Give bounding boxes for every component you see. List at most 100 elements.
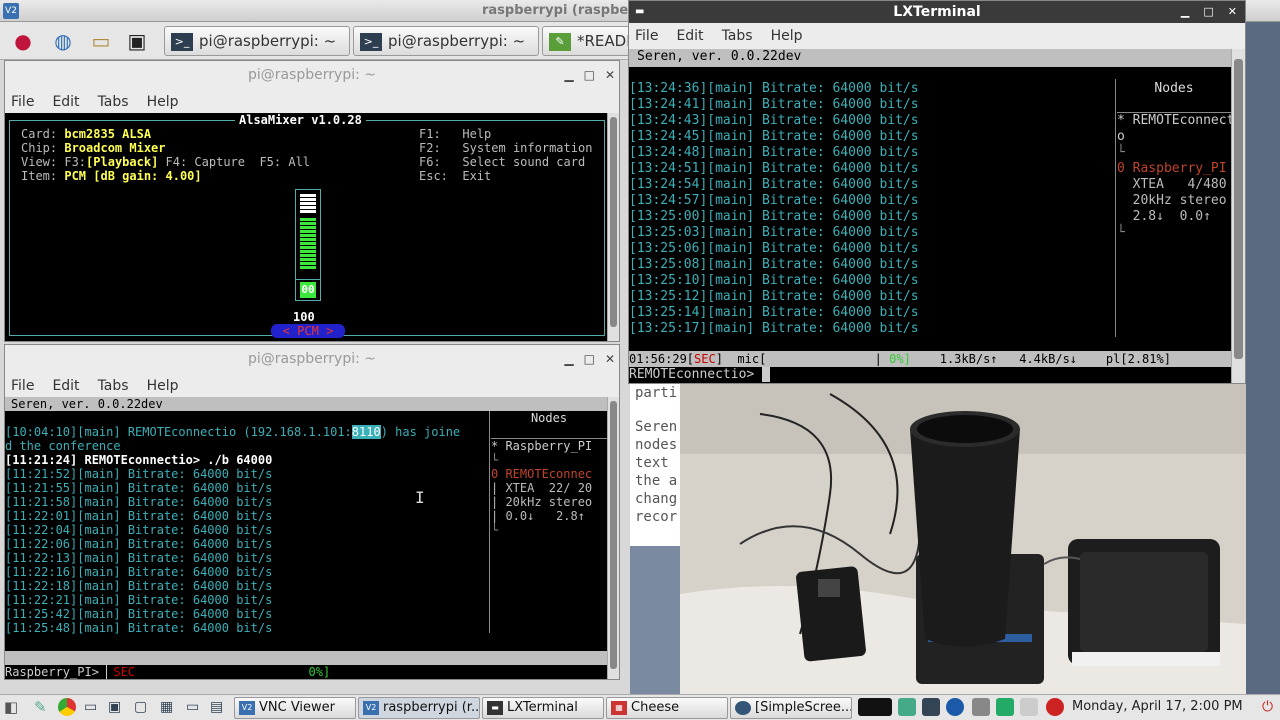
- desktop-background: [1246, 22, 1280, 694]
- hp-icon[interactable]: [946, 698, 964, 716]
- lxterminal-terminal[interactable]: Seren, ver. 0.0.22dev [13:24:36][main] B…: [629, 49, 1231, 383]
- menu-file[interactable]: File: [11, 94, 34, 110]
- card-value: bcm2835 ALSA: [64, 127, 152, 141]
- nodes-panel: Nodes * REMOTEconnect o └ 0 Raspberry_PI…: [1117, 81, 1231, 240]
- tray-icon[interactable]: [996, 698, 1014, 716]
- log-line: [11:22:06][main] Bitrate: 64000 bit/s: [5, 537, 273, 551]
- task-label: pi@raspberrypi: ~: [388, 32, 526, 50]
- web-browser-icon[interactable]: ◍: [48, 27, 78, 55]
- window-icon[interactable]: ▢: [134, 699, 147, 715]
- menu-edit[interactable]: Edit: [52, 378, 79, 394]
- node-info: 2.8↓ 0.0↑: [1117, 209, 1211, 224]
- node-remote: 0 Raspberry_PI: [1117, 161, 1227, 176]
- text-cursor-icon: I: [415, 488, 425, 507]
- volume-value: 100: [293, 310, 315, 324]
- scrollbar[interactable]: [607, 113, 619, 341]
- clock[interactable]: Monday, April 17, 2:00 PM: [1072, 699, 1243, 714]
- scrollbar[interactable]: [607, 397, 619, 679]
- tray-icon[interactable]: [972, 698, 990, 716]
- chip-value: Broadcom Mixer: [64, 141, 166, 155]
- seren-terminal[interactable]: Seren, ver. 0.0.22dev [10:04:10][main] R…: [5, 397, 607, 679]
- tray-icon[interactable]: [922, 698, 940, 716]
- monitor-icon[interactable]: ▭: [186, 699, 199, 715]
- item-value: PCM [dB gain: 4.00]: [64, 169, 202, 183]
- taskbar-vnc-viewer[interactable]: V2 VNC Viewer: [234, 697, 356, 719]
- terminal-icon: >_: [171, 32, 193, 51]
- close-icon[interactable]: ✕: [1228, 1, 1237, 23]
- raspberry-menu-icon[interactable]: ●: [8, 27, 38, 55]
- alsamixer-terminal[interactable]: AlsaMixer v1.0.28 Card: bcm2835 ALSA Chi…: [5, 113, 619, 341]
- menu-tabs[interactable]: Tabs: [98, 378, 129, 394]
- minimize-icon[interactable]: ▁: [564, 61, 573, 89]
- taskbar-cheese[interactable]: ▦ Cheese: [606, 697, 728, 719]
- menu-edit[interactable]: Edit: [52, 94, 79, 110]
- node-info: 20kHz stereo: [1117, 193, 1227, 208]
- view-playback: [Playback]: [86, 155, 159, 169]
- menu-bar: File Edit Tabs Help: [629, 23, 1245, 49]
- monitor-tray-icon[interactable]: [858, 698, 892, 716]
- task-terminal-1[interactable]: >_ pi@raspberrypi: ~: [164, 26, 350, 56]
- volume-level: 00: [300, 282, 316, 298]
- file-manager-icon[interactable]: ▭: [86, 27, 116, 55]
- terminal-launcher-icon[interactable]: ▣: [122, 27, 152, 55]
- seren-header: Seren, ver. 0.0.22dev: [5, 397, 607, 411]
- log-line: [11:25:42][main] Bitrate: 64000 bit/s: [5, 607, 273, 621]
- document-fragment: parti Seren nodes text the a chang recor: [630, 384, 680, 546]
- desktop-background: [630, 546, 680, 694]
- menu-tabs[interactable]: Tabs: [722, 28, 753, 44]
- power-icon[interactable]: ⏻: [1262, 699, 1273, 715]
- webcam-view: [680, 384, 1246, 694]
- status-bar: 01:56:29[SEC] mic[ | 0%] 1.3kB/s↑ 4.4kB/…: [629, 351, 1231, 367]
- node-info: XTEA 4/480: [1117, 177, 1227, 192]
- desktop-icon[interactable]: ▣: [108, 699, 121, 715]
- scrollbar[interactable]: [1231, 49, 1245, 383]
- prompt[interactable]: REMOTEconnectio>: [629, 367, 770, 383]
- seren-header: Seren, ver. 0.0.22dev: [629, 49, 1231, 67]
- doc-line: chang: [635, 491, 678, 507]
- task-editor[interactable]: ✎ *READM: [542, 26, 638, 56]
- nodes-panel: Nodes * Raspberry_PI └ 0 REMOTEconnec | …: [491, 411, 607, 537]
- menu-help[interactable]: Help: [771, 28, 803, 44]
- key-help: F1: Help F2: System information F6: Sele…: [419, 127, 593, 183]
- computer-icon[interactable]: ▭: [84, 699, 97, 715]
- volume-bar[interactable]: 00: [295, 189, 321, 301]
- maximize-icon[interactable]: □: [584, 345, 595, 373]
- control-name[interactable]: < PCM >: [271, 324, 345, 338]
- maximize-icon[interactable]: □: [584, 61, 595, 89]
- webcam-photo: [680, 384, 1246, 694]
- grid-icon[interactable]: ▦: [160, 699, 173, 715]
- log-line: [11:22:13][main] Bitrate: 64000 bit/s: [5, 551, 273, 565]
- network-icon[interactable]: [1020, 698, 1038, 716]
- menu-tabs[interactable]: Tabs: [98, 94, 129, 110]
- chrome-icon[interactable]: [58, 698, 76, 716]
- maximize-icon[interactable]: □: [1203, 1, 1213, 23]
- task-terminal-2[interactable]: >_ pi@raspberrypi: ~: [353, 26, 539, 56]
- minimize-icon[interactable]: ▁: [564, 345, 573, 373]
- node-self: * Raspberry_PI: [491, 439, 593, 453]
- vnc-icon: V2: [363, 700, 379, 715]
- menu-help[interactable]: Help: [147, 94, 179, 110]
- minimize-icon[interactable]: ▁: [1181, 1, 1189, 23]
- record-icon[interactable]: [1046, 698, 1064, 716]
- close-icon[interactable]: ✕: [605, 345, 615, 373]
- tray-icon[interactable]: [898, 698, 916, 716]
- menu-edit[interactable]: Edit: [676, 28, 703, 44]
- taskbar-lxterminal[interactable]: ▬ LXTerminal: [482, 697, 604, 719]
- doc-line: nodes: [635, 437, 678, 453]
- menu-file[interactable]: File: [11, 378, 34, 394]
- start-icon[interactable]: ◧: [4, 698, 18, 716]
- prompt[interactable]: Raspberry_PI>: [5, 665, 115, 679]
- view-label: View:: [21, 155, 58, 169]
- taskbar-raspberrypi[interactable]: V2 raspberrypi (r...: [358, 697, 480, 719]
- close-icon[interactable]: ✕: [605, 61, 615, 89]
- menu-file[interactable]: File: [635, 28, 658, 44]
- browser-icon: [735, 700, 751, 715]
- tools-icon[interactable]: ✎: [34, 698, 47, 716]
- taskbar-simplescreen[interactable]: [SimpleScree...: [730, 697, 852, 719]
- doc-line: recor: [635, 509, 678, 525]
- task-label: pi@raspberrypi: ~: [199, 32, 337, 50]
- node-info: | XTEA 22/ 20: [491, 481, 593, 495]
- menu-help[interactable]: Help: [147, 378, 179, 394]
- window-menu-icon[interactable]: ▬: [635, 1, 644, 23]
- panel-icon[interactable]: ▤: [210, 699, 223, 715]
